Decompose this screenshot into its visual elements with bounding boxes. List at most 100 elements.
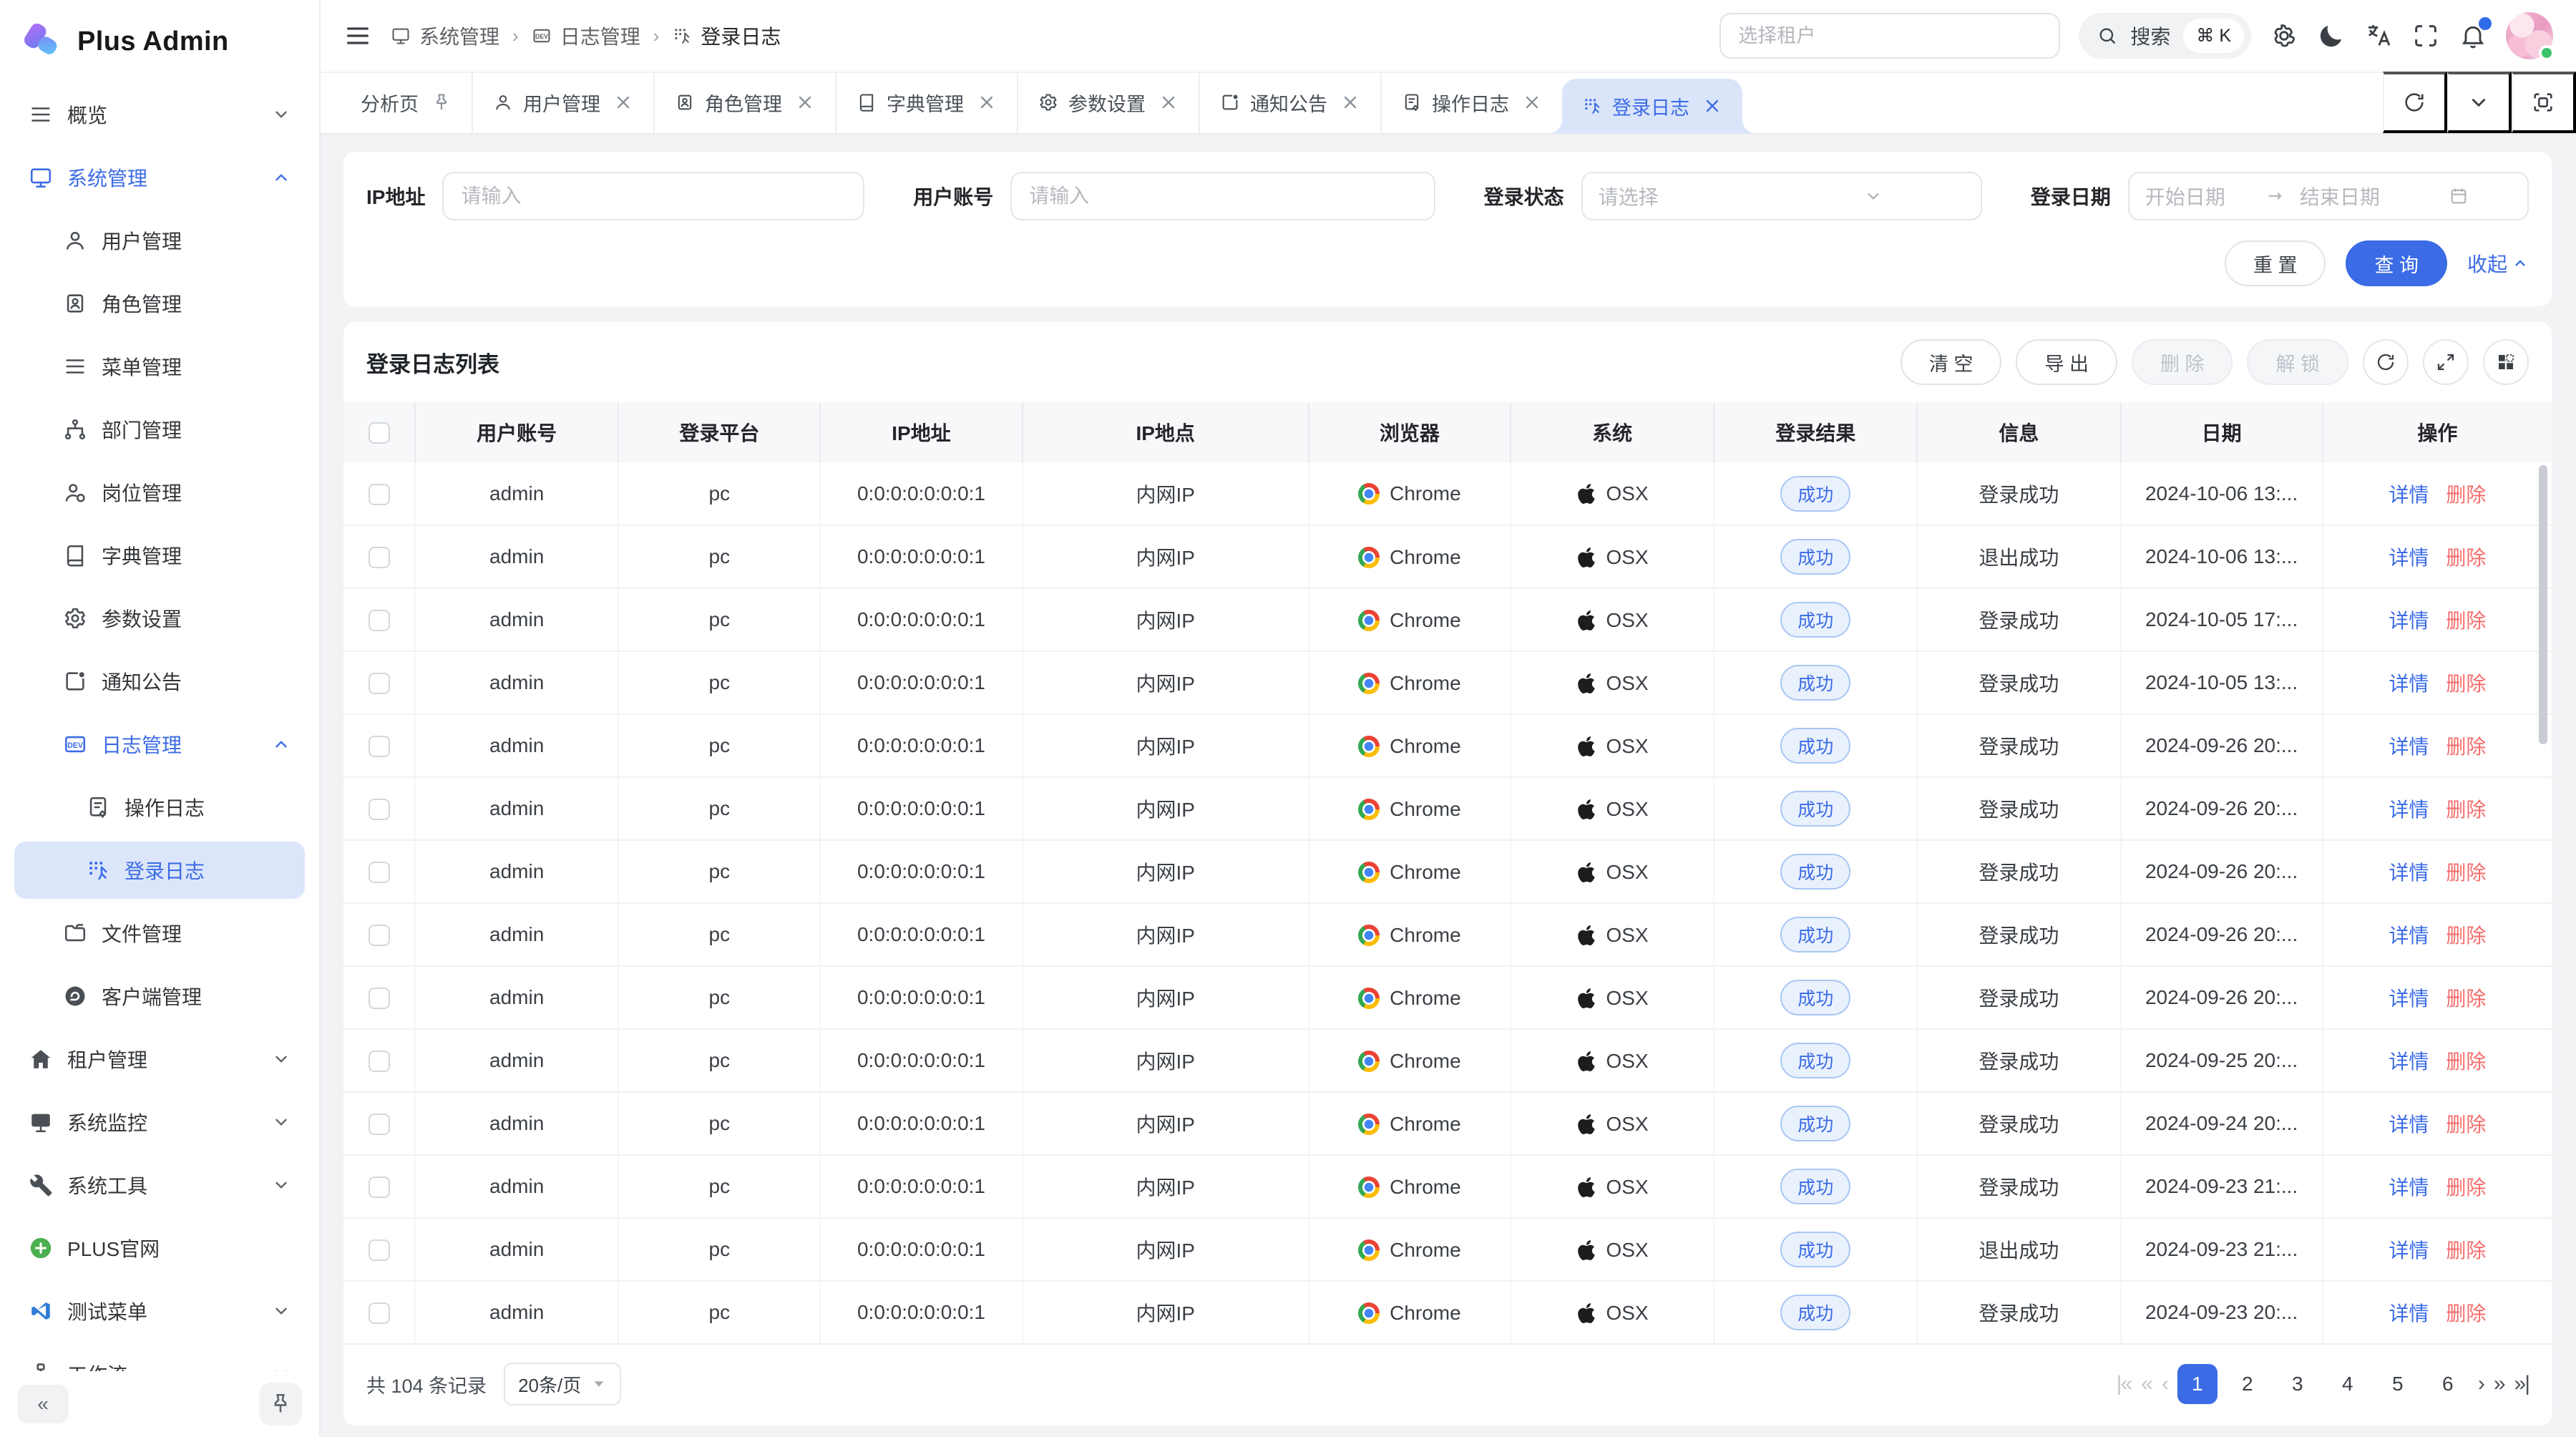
sidebar-item-login-log[interactable]: 登录日志 — [14, 842, 305, 899]
sidebar-item-system-tools[interactable]: 系统工具 — [14, 1156, 305, 1214]
row-checkbox[interactable] — [369, 1114, 390, 1135]
delete-link[interactable]: 删除 — [2446, 547, 2486, 569]
row-checkbox[interactable] — [369, 862, 390, 883]
select-all-checkbox[interactable] — [369, 422, 390, 444]
sidebar-item-post-management[interactable]: 岗位管理 — [14, 464, 305, 521]
delete-link[interactable]: 删除 — [2446, 673, 2486, 695]
delete-link[interactable]: 删除 — [2446, 799, 2486, 821]
detail-link[interactable]: 详情 — [2389, 1114, 2429, 1136]
close-icon[interactable] — [1522, 92, 1542, 112]
detail-link[interactable]: 详情 — [2389, 988, 2429, 1010]
fullscreen-button[interactable] — [2411, 21, 2440, 50]
page-button-6[interactable]: 6 — [2428, 1364, 2468, 1404]
filter-account-input[interactable] — [1010, 172, 1435, 220]
row-checkbox[interactable] — [369, 736, 390, 757]
sidebar-item-system-management[interactable]: 系统管理 — [14, 149, 305, 206]
tab-dict-management[interactable]: 字典管理 — [835, 72, 1017, 133]
sidebar-item-dept-management[interactable]: 部门管理 — [14, 401, 305, 458]
language-button[interactable] — [2364, 21, 2393, 50]
detail-link[interactable]: 详情 — [2389, 673, 2429, 695]
sidebar-item-param-settings[interactable]: 参数设置 — [14, 590, 305, 647]
content-fullscreen-button[interactable] — [2512, 72, 2576, 133]
close-icon[interactable] — [977, 92, 997, 112]
sidebar-item-system-monitor[interactable]: 系统监控 — [14, 1093, 305, 1151]
row-checkbox[interactable] — [369, 610, 390, 631]
sidebar-item-plus-site[interactable]: PLUS官网 — [14, 1219, 305, 1277]
row-checkbox[interactable] — [369, 925, 390, 946]
hamburger-menu-icon[interactable] — [343, 21, 372, 50]
export-button[interactable]: 导 出 — [2016, 339, 2117, 385]
unlock-button[interactable]: 解 锁 — [2247, 339, 2348, 385]
delete-link[interactable]: 删除 — [2446, 862, 2486, 884]
sidebar-item-operation-log[interactable]: 操作日志 — [14, 779, 305, 836]
detail-link[interactable]: 详情 — [2389, 736, 2429, 758]
tenant-select-input[interactable] — [1719, 13, 2060, 59]
close-icon[interactable] — [613, 92, 633, 112]
reset-button[interactable]: 重 置 — [2225, 240, 2326, 286]
sidebar-item-notice[interactable]: 通知公告 — [14, 653, 305, 710]
refresh-tab-button[interactable] — [2383, 72, 2447, 133]
detail-link[interactable]: 详情 — [2389, 925, 2429, 947]
close-icon[interactable] — [1158, 92, 1179, 112]
tab-notice[interactable]: 通知公告 — [1199, 72, 1380, 133]
breadcrumb-system-management[interactable]: 系统管理 — [391, 21, 499, 50]
filter-date-range-picker[interactable]: 开始日期 结束日期 — [2128, 172, 2529, 220]
delete-link[interactable]: 删除 — [2446, 610, 2486, 632]
page-button-5[interactable]: 5 — [2378, 1364, 2418, 1404]
page-size-select[interactable]: 20条/页 — [504, 1363, 621, 1406]
clear-button[interactable]: 清 空 — [1901, 339, 2002, 385]
delete-link[interactable]: 删除 — [2446, 1051, 2486, 1073]
sidebar-item-tenant-management[interactable]: 租户管理 — [14, 1031, 305, 1088]
sidebar-item-client-management[interactable]: 客户端管理 — [14, 968, 305, 1025]
detail-link[interactable]: 详情 — [2389, 862, 2429, 884]
tab-param-settings[interactable]: 参数设置 — [1017, 72, 1199, 133]
next-5-pages-button[interactable]: » — [2494, 1372, 2504, 1396]
row-checkbox[interactable] — [369, 484, 390, 505]
detail-link[interactable]: 详情 — [2389, 799, 2429, 821]
delete-link[interactable]: 删除 — [2446, 988, 2486, 1010]
user-avatar[interactable] — [2506, 12, 2553, 59]
breadcrumb-log-management[interactable]: DEV日志管理 — [532, 21, 640, 50]
sidebar-item-user-management[interactable]: 用户管理 — [14, 212, 305, 269]
delete-link[interactable]: 删除 — [2446, 1177, 2486, 1199]
detail-link[interactable]: 详情 — [2389, 1302, 2429, 1325]
close-icon[interactable] — [1340, 92, 1360, 112]
pin-icon[interactable] — [431, 92, 452, 112]
tab-operation-log[interactable]: 操作日志 — [1380, 72, 1562, 133]
delete-link[interactable]: 删除 — [2446, 736, 2486, 758]
sidebar-item-menu-management[interactable]: 菜单管理 — [14, 338, 305, 395]
page-button-3[interactable]: 3 — [2278, 1364, 2318, 1404]
delete-link[interactable]: 删除 — [2446, 925, 2486, 947]
prev-5-pages-button[interactable]: « — [2141, 1372, 2152, 1396]
row-checkbox[interactable] — [369, 799, 390, 820]
delete-link[interactable]: 删除 — [2446, 1239, 2486, 1262]
notifications-button[interactable] — [2459, 21, 2487, 50]
sidebar-item-test-menu[interactable]: 测试菜单 — [14, 1282, 305, 1340]
sidebar-item-log-management[interactable]: DEV日志管理 — [14, 716, 305, 773]
sidebar-item-file-management[interactable]: 文件管理 — [14, 905, 305, 962]
row-checkbox[interactable] — [369, 547, 390, 568]
tab-menu-button[interactable] — [2447, 72, 2512, 133]
detail-link[interactable]: 详情 — [2389, 1177, 2429, 1199]
table-columns-button[interactable] — [2483, 339, 2529, 385]
row-checkbox[interactable] — [369, 1051, 390, 1072]
detail-link[interactable]: 详情 — [2389, 547, 2429, 569]
delete-link[interactable]: 删除 — [2446, 1302, 2486, 1325]
page-button-4[interactable]: 4 — [2328, 1364, 2368, 1404]
tab-analysis[interactable]: 分析页 — [341, 72, 472, 133]
tab-role-management[interactable]: 角色管理 — [653, 72, 835, 133]
prev-page-button[interactable]: ‹ — [2162, 1372, 2167, 1396]
global-search[interactable]: 搜索 ⌘ K — [2079, 13, 2251, 59]
search-submit-button[interactable]: 查 询 — [2346, 240, 2447, 286]
sidebar-collapse-button[interactable]: « — [17, 1385, 69, 1423]
first-page-button[interactable]: |« — [2117, 1372, 2131, 1396]
row-checkbox[interactable] — [369, 988, 390, 1009]
close-icon[interactable] — [1702, 96, 1722, 116]
sidebar-item-dict-management[interactable]: 字典管理 — [14, 527, 305, 584]
breadcrumb-login-log[interactable]: 登录日志 — [672, 21, 781, 50]
delete-link[interactable]: 删除 — [2446, 484, 2486, 506]
delete-button[interactable]: 删 除 — [2132, 339, 2233, 385]
dark-mode-button[interactable] — [2317, 21, 2346, 50]
page-button-2[interactable]: 2 — [2228, 1364, 2268, 1404]
filter-status-select[interactable]: 请选择 — [1581, 172, 1982, 220]
